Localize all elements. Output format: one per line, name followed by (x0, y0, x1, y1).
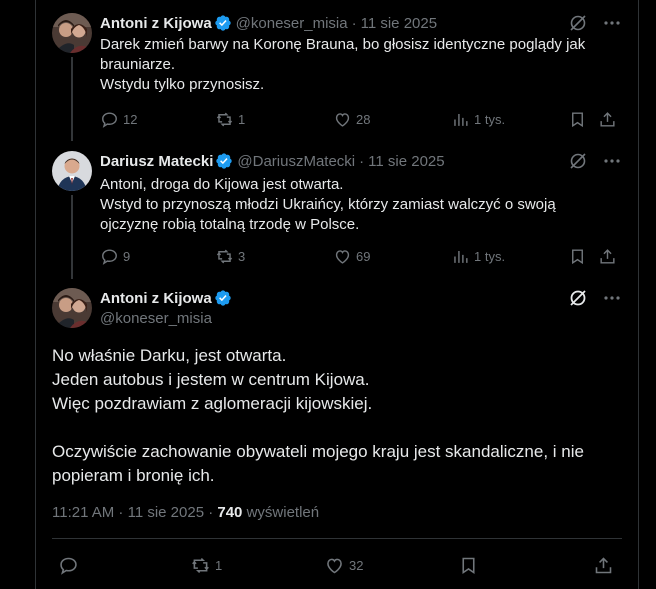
tweet-date[interactable]: 11 sie 2025 (368, 153, 444, 170)
views-button[interactable]: 1 tys. (451, 247, 505, 266)
reply-icon (102, 248, 117, 265)
bookmark-icon (572, 248, 583, 264)
share-button[interactable] (593, 555, 614, 576)
repost-icon (216, 112, 233, 126)
tweet-actions: 1 32 (52, 554, 622, 576)
tweet-line: popieram i bronię ich. (52, 466, 215, 485)
divider (52, 538, 622, 539)
views-count: 1 tys. (474, 111, 506, 127)
views-icon (454, 113, 468, 126)
tweet-header: Antoni z Kijowa (100, 288, 622, 308)
tweet-line: brauniarze. (100, 56, 176, 73)
tweet-line: Wstyd to przynoszą młodzi Ukraińcy, któr… (100, 196, 556, 213)
more-icon[interactable] (602, 288, 622, 308)
tweet-line: Jeden autobus i jestem w centrum Kijowa. (52, 370, 370, 389)
repost-button[interactable]: 1 (215, 110, 245, 129)
like-icon (335, 249, 350, 264)
like-button[interactable]: 69 (333, 247, 370, 266)
avatar[interactable] (52, 288, 92, 328)
avatar[interactable] (52, 151, 92, 191)
grok-icon[interactable] (568, 151, 588, 171)
reply-icon (102, 111, 117, 128)
repost-count: 1 (215, 557, 223, 573)
tweet-header: Antoni z Kijowa @koneser_misia · 11 sie … (100, 13, 622, 33)
reply-count: 9 (123, 248, 131, 264)
bookmark-button[interactable] (568, 110, 587, 129)
share-button[interactable] (598, 247, 617, 266)
tweet-line: Wstydu tylko przynosisz. (100, 76, 265, 93)
tweet-line: Więc pozdrawiam z aglomeracji kijowskiej… (52, 394, 373, 413)
share-icon (600, 248, 615, 264)
like-icon (327, 558, 342, 573)
tweet-line: Darek zmień barwy na Koronę Brauna, bo g… (100, 36, 586, 53)
like-count: 32 (349, 557, 364, 573)
thread-line (71, 195, 73, 279)
separator-dot: · (351, 14, 357, 32)
tweet-actions: 12 1 28 1 tys. (100, 109, 622, 129)
author-handle[interactable]: @koneser_misia (236, 15, 348, 32)
repost-button[interactable]: 1 (190, 555, 222, 576)
author-name[interactable]: Dariusz Matecki (100, 153, 213, 170)
tweet-date[interactable]: 11 sie 2025 (361, 15, 437, 32)
repost-count: 1 (238, 111, 246, 127)
tweet-actions: 9 3 69 1 tys. (100, 246, 622, 266)
bookmark-button[interactable] (458, 555, 479, 576)
verified-badge-icon (214, 290, 231, 306)
thread-line (71, 57, 73, 141)
tweet-line: Oczywiście zachowanie obywateli mojego k… (52, 442, 584, 461)
reply-tweet-1[interactable]: Antoni z Kijowa @koneser_misia · 11 sie … (36, 13, 638, 141)
bookmark-icon (462, 557, 475, 574)
author-handle[interactable]: @DariuszMatecki (237, 153, 355, 170)
reply-icon (60, 557, 77, 575)
like-count: 28 (356, 111, 371, 127)
reply-tweet-2[interactable]: Dariusz Matecki @DariuszMatecki · 11 sie… (36, 151, 638, 279)
like-button[interactable]: 32 (324, 555, 363, 576)
tweet-line: No właśnie Darku, jest otwarta. (52, 346, 287, 365)
share-icon (600, 111, 615, 127)
bookmark-icon (572, 111, 583, 127)
tweet-text: Antoni, droga do Kijowa jest otwarta. Ws… (100, 175, 622, 235)
like-button[interactable]: 28 (333, 110, 370, 129)
like-count: 69 (356, 248, 371, 264)
reply-button[interactable]: 12 (100, 110, 137, 129)
tweet-timestamp[interactable]: 11:21 AM · 11 sie 2025 · (52, 504, 217, 521)
avatar[interactable] (52, 13, 92, 53)
tweet-line: Antoni, droga do Kijowa jest otwarta. (100, 176, 344, 193)
tweet-text: No właśnie Darku, jest otwarta. Jeden au… (52, 344, 622, 488)
repost-icon (216, 249, 233, 263)
tweet-meta: 11:21 AM · 11 sie 2025 · 740 wyświetleń (52, 504, 319, 521)
author-name[interactable]: Antoni z Kijowa (100, 290, 212, 307)
like-icon (335, 112, 350, 127)
more-icon[interactable] (602, 13, 622, 33)
views-label: wyświetleń (242, 504, 320, 521)
repost-icon (192, 557, 209, 573)
share-icon (595, 556, 612, 573)
tweet-text: Darek zmień barwy na Koronę Brauna, bo g… (100, 35, 622, 95)
main-tweet: Antoni z Kijowa @koneser_misia No właśni… (36, 288, 638, 589)
views-count: 740 (217, 504, 243, 521)
verified-badge-icon (216, 153, 233, 169)
tweet-header: Dariusz Matecki @DariuszMatecki · 11 sie… (100, 151, 622, 171)
more-icon[interactable] (602, 151, 622, 171)
author-handle[interactable]: @koneser_misia (100, 310, 212, 327)
verified-badge-icon (214, 15, 231, 31)
author-name[interactable]: Antoni z Kijowa (100, 15, 212, 32)
grok-icon[interactable] (568, 288, 588, 308)
repost-count: 3 (238, 248, 246, 264)
reply-button[interactable]: 9 (100, 247, 130, 266)
views-button[interactable]: 1 tys. (451, 110, 505, 129)
separator-dot: · (359, 152, 365, 170)
conversation-column: Antoni z Kijowa @koneser_misia · 11 sie … (35, 0, 639, 589)
reply-button[interactable] (58, 555, 79, 576)
tweet-line (52, 416, 622, 440)
views-count: 1 tys. (474, 248, 506, 264)
bookmark-button[interactable] (568, 247, 587, 266)
grok-icon[interactable] (568, 13, 588, 33)
tweet-line: ojczyznę robią totalną trzodę w Polsce. (100, 216, 360, 233)
reply-count: 12 (123, 111, 138, 127)
views-icon (454, 250, 468, 263)
share-button[interactable] (598, 110, 617, 129)
repost-button[interactable]: 3 (215, 247, 245, 266)
